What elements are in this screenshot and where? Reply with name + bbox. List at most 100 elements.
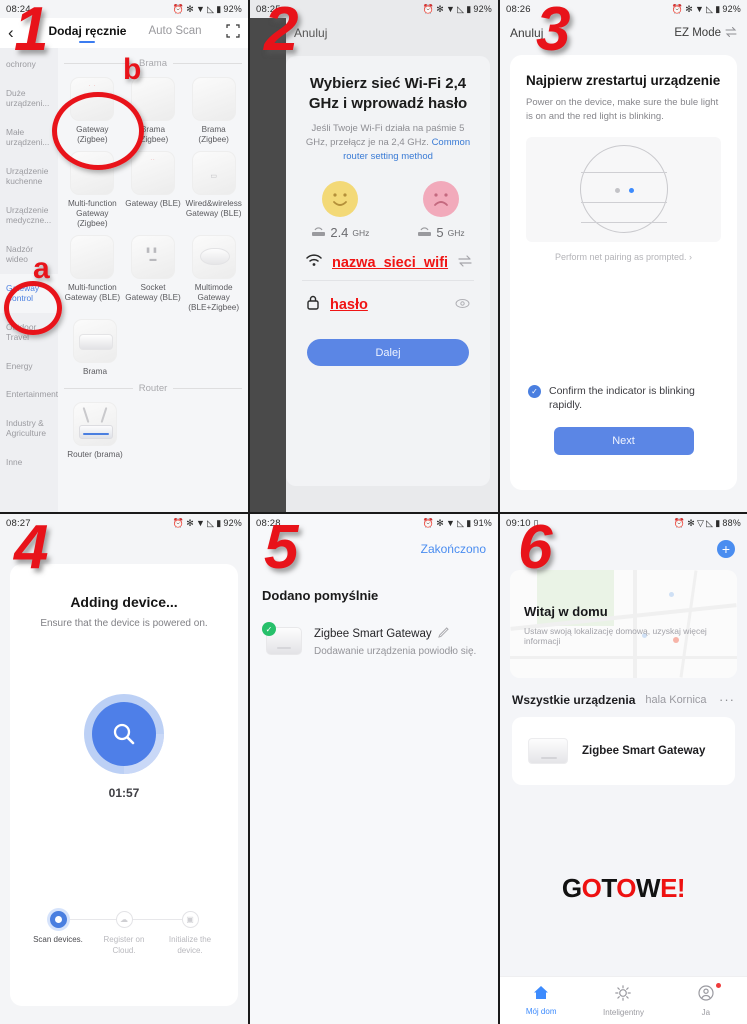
confirm-row[interactable]: ✓ Confirm the indicator is blinking rapi… (528, 384, 719, 412)
annotation-letter-b: b (123, 53, 142, 86)
device-label: Brama (Zigbee) (198, 125, 229, 144)
alarm-icon: ⏰ (671, 3, 684, 14)
nav-label: Inteligentny (603, 1007, 644, 1017)
sad-face-icon (423, 181, 460, 218)
sidebar-item-4[interactable]: Urządzenie medyczne... (0, 196, 58, 235)
wifi-icon: ▼ (195, 517, 206, 528)
device-multifunction-gateway-ble[interactable]: Multi-function Gateway (BLE) (64, 235, 121, 313)
frequency-unit: GHz (352, 227, 370, 238)
panel-5-added-successfully: 08:28 ⏰ ✻ ▼ ◺ ▮ 91% Zakończono Dodano po… (250, 512, 500, 1024)
annotation-step-number: 1 (14, 0, 49, 64)
nav-item-profile[interactable]: Ja (665, 982, 747, 1017)
password-field[interactable]: hasło (302, 280, 474, 323)
frequency-5-group: 5 GHz (417, 181, 465, 240)
bluetooth-icon: ✻ (436, 517, 444, 528)
pencil-icon[interactable] (437, 627, 449, 641)
sidebar-item-9[interactable]: Entertainment (0, 380, 58, 409)
qr-scan-icon[interactable] (218, 23, 240, 43)
sidebar-item-11[interactable]: Inne (0, 448, 58, 477)
password-value[interactable]: hasło (330, 297, 445, 313)
sheet-subtitle: Jeśli Twoje Wi-Fi działa na paśmie 5 GHz… (302, 122, 474, 163)
step-label: Initialize the device. (168, 935, 212, 955)
sidebar-item-10[interactable]: Industry & Agriculture (0, 409, 58, 448)
battery-icon: ▮ (216, 3, 222, 14)
check-circle-icon[interactable]: ✓ (528, 384, 541, 398)
next-button[interactable]: Dalej (307, 339, 469, 367)
plus-circle-icon[interactable]: + (717, 540, 735, 558)
notification-badge (715, 982, 721, 988)
eye-icon[interactable] (455, 296, 470, 314)
device-illustration (526, 136, 721, 242)
battery-icon: ▮ (715, 517, 721, 528)
puck-gateway-icon (191, 235, 236, 279)
gotowe-letter-0: G (561, 873, 582, 903)
frequency-24-group: 2.4 GHz (311, 181, 369, 240)
gateway-thumbnail-icon (528, 738, 568, 764)
bulb-line-1 (580, 171, 667, 173)
bluetooth-icon: ✻ (186, 3, 194, 14)
more-dots-icon[interactable]: ··· (719, 692, 735, 707)
screenshot-grid: 08:24 ⏰ ✻ ▼ ◺ ▮ 92% ‹ Dodaj ręcznie Auto… (0, 0, 747, 1024)
ssid-field[interactable]: nazwa_sieci_wifi (302, 240, 474, 280)
sidebar-item-8[interactable]: Energy (0, 352, 58, 381)
tab-auto-scan[interactable]: Auto Scan (148, 25, 201, 41)
map-poi-1 (668, 591, 674, 597)
device-socket-gateway-ble[interactable]: ▮▮ ▬ Socket Gateway (BLE) (125, 235, 182, 313)
device-icon: ▣ (181, 911, 199, 929)
signal-icon: ◺ (457, 3, 465, 14)
gateway-square-icon (191, 77, 236, 121)
nav-item-smart[interactable]: Inteligentny (582, 984, 664, 1017)
device-brama-zigbee-2[interactable]: Brama (Zigbee) (185, 77, 242, 145)
chevron-right-icon: › (689, 251, 693, 262)
battery-icon: ▮ (466, 3, 472, 14)
status-icons: ⏰ ✻ ▼ ◺ ▮ 91% (423, 518, 492, 528)
pairing-hint[interactable]: Perform net pairing as prompted. › (526, 252, 721, 262)
wifi-icon: ▼ (445, 517, 456, 528)
annotation-ring-gateway-zigbee (52, 92, 144, 170)
section-label: Brama (139, 58, 167, 69)
ssid-value[interactable]: nazwa_sieci_wifi (332, 255, 448, 271)
tab-add-manually[interactable]: Dodaj ręcznie (48, 24, 126, 42)
wifi-icon: ▼ (445, 3, 456, 14)
switch-network-icon[interactable] (458, 254, 472, 272)
device-gateway-ble[interactable]: ·· Gateway (BLE) (125, 151, 182, 229)
device-router-brama[interactable]: Router (brama) (64, 402, 126, 460)
section-room[interactable]: hala Kornica (645, 694, 709, 706)
map-road-2 (632, 570, 637, 678)
step-register-cloud: ☁ Register on Cloud. (94, 911, 154, 956)
socket-gateway-icon: ▮▮ ▬ (131, 235, 175, 279)
sidebar-item-1[interactable]: Duże urządzeni... (0, 79, 58, 118)
radio-filled-icon (49, 911, 67, 929)
check-circle-icon: ✓ (262, 622, 276, 636)
cloud-icon: ☁ (115, 911, 133, 929)
divider-right (173, 63, 243, 64)
home-location-card[interactable]: Witaj w domu Ustaw swoją lokalizację dom… (510, 570, 737, 678)
nav-item-my-home[interactable]: Mój dom (500, 985, 582, 1016)
added-device-row[interactable]: ✓ Zigbee Smart Gateway Dodawanie urządze… (262, 622, 498, 657)
mode-label: EZ Mode (674, 27, 721, 39)
adding-card: Adding device... Ensure that the device … (10, 564, 238, 1006)
annotation-step-number: 6 (518, 513, 553, 582)
hero-title: Witaj w domu (524, 604, 608, 619)
sidebar-item-2[interactable]: Małe urządzeni... (0, 118, 58, 157)
scanning-spinner (84, 694, 164, 774)
panel-2-wifi-credentials: 08:25 ⏰ ✻ ▼ ◺ ▮ 92% Anuluj Wybierz sieć … (250, 0, 500, 512)
annotation-step-number: 2 (264, 0, 299, 64)
device-brama-box[interactable]: Brama (64, 319, 126, 377)
sidebar-item-3[interactable]: Urządzenie kuchenne (0, 157, 58, 196)
device-wired-wireless-gateway-ble[interactable]: ▭ Wired&wireless Gateway (BLE) (185, 151, 242, 229)
bluetooth-icon: ✻ (685, 3, 693, 14)
swap-mode-icon (725, 26, 737, 40)
device-name-row: Zigbee Smart Gateway (314, 627, 476, 641)
device-name: Zigbee Smart Gateway (582, 745, 706, 757)
next-button[interactable]: Next (553, 427, 694, 455)
nav-label: Ja (701, 1007, 711, 1017)
gotowe-letter-5: E (660, 873, 677, 903)
device-multimode-gateway[interactable]: Multimode Gateway (BLE+Zigbee) (185, 235, 242, 313)
annotation-step-number: 3 (536, 0, 571, 64)
done-button[interactable]: Zakończono (421, 542, 486, 556)
gotowe-letter-4: W (636, 873, 661, 903)
mode-switch[interactable]: EZ Mode (674, 26, 737, 40)
device-card-zigbee-gateway[interactable]: Zigbee Smart Gateway (512, 717, 735, 785)
cancel-button[interactable]: Anuluj (294, 26, 327, 40)
